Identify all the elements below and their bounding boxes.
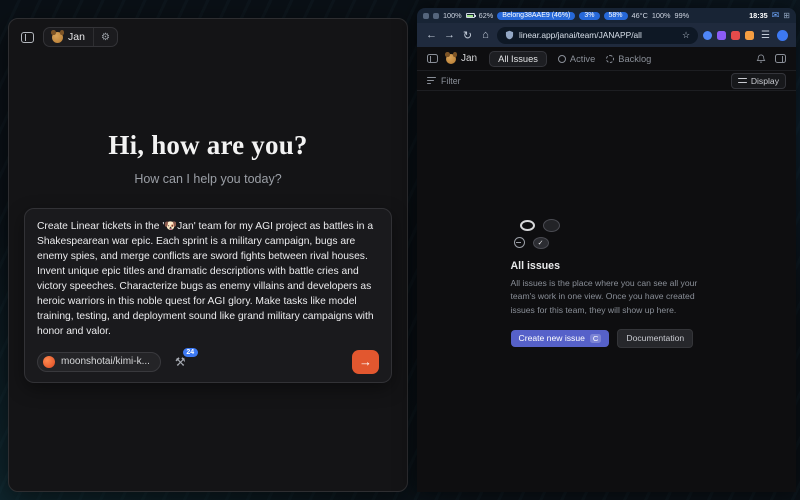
- linear-filter-bar: Filter Display: [417, 70, 796, 91]
- active-status-icon: [558, 55, 566, 63]
- workspace-label: Jan: [68, 31, 85, 43]
- gear-icon: ⚙: [101, 32, 110, 43]
- workspace-selector-button[interactable]: Jan: [44, 28, 93, 46]
- linear-workspace-label: Jan: [461, 53, 477, 64]
- linear-app: Jan All Issues Active Backlog: [417, 47, 796, 492]
- linear-topbar-actions: [756, 54, 786, 64]
- tab-active[interactable]: Active: [558, 54, 595, 64]
- prompt-input[interactable]: Create Linear tickets in the '🐶Jan' team…: [37, 219, 379, 340]
- status-badge-2[interactable]: 58%: [604, 12, 628, 20]
- empty-state-actions: Create new issue C Documentation: [511, 329, 703, 348]
- right-panel-toggle-icon[interactable]: [775, 54, 786, 63]
- display-sliders-icon: [738, 78, 747, 83]
- cancelled-status-icon: [514, 237, 525, 248]
- chat-composer: Create Linear tickets in the '🐶Jan' team…: [24, 208, 392, 383]
- issue-status-icons: ✓: [511, 219, 571, 252]
- linear-topbar: Jan All Issues Active Backlog: [417, 47, 796, 70]
- extension-icon[interactable]: [731, 31, 740, 40]
- tray-icon[interactable]: [423, 13, 429, 19]
- battery-percent: 100%: [443, 11, 462, 20]
- empty-state-title: All issues: [511, 260, 703, 272]
- shield-extension-icon[interactable]: [703, 31, 712, 40]
- status-badge-1[interactable]: 3%: [579, 12, 599, 20]
- composer-toolbar: moonshotai/kimi-k... ⚒ 24 →: [37, 350, 379, 374]
- backlog-status-icon: [606, 55, 614, 63]
- model-selector[interactable]: moonshotai/kimi-k...: [37, 352, 161, 372]
- browser-menu-icon[interactable]: ☰: [759, 30, 772, 41]
- bookmark-star-icon[interactable]: ☆: [682, 30, 690, 41]
- send-arrow-icon: →: [359, 354, 372, 369]
- battery-icon: [466, 13, 475, 18]
- filter-button[interactable]: Filter: [427, 76, 461, 86]
- forward-button[interactable]: →: [443, 29, 456, 41]
- tray-icon[interactable]: [433, 13, 439, 19]
- apps-grid-icon[interactable]: ⊞: [783, 11, 790, 20]
- team-dog-icon: [446, 54, 456, 64]
- clock: 18:35: [749, 11, 768, 20]
- linear-main-area: ✓ All issues All issues is the place whe…: [417, 91, 796, 492]
- workspace-switcher: Jan ⚙: [43, 27, 118, 47]
- greeting-subtitle: How can I help you today?: [134, 172, 281, 186]
- temperature-readout: 46°C: [632, 11, 648, 20]
- linear-sidebar-toggle-icon[interactable]: [427, 54, 438, 63]
- create-new-issue-button[interactable]: Create new issue C: [511, 330, 610, 347]
- settings-gear-button[interactable]: ⚙: [93, 28, 117, 46]
- memory-percent: 99%: [675, 11, 690, 20]
- profile-avatar[interactable]: [777, 30, 788, 41]
- linear-view-tabs: All Issues Active Backlog: [489, 51, 651, 67]
- todo-status-icon: [520, 220, 535, 231]
- tools-button[interactable]: ⚒ 24: [173, 355, 188, 369]
- system-status-bar: 100% 62% Belong38AAE9 (46%) 3% 58% 46°C …: [417, 8, 796, 23]
- model-provider-icon: [43, 356, 55, 368]
- display-options-button[interactable]: Display: [731, 73, 786, 89]
- extension-icon[interactable]: [745, 31, 754, 40]
- extension-icon[interactable]: [717, 31, 726, 40]
- in-progress-status-icon: [543, 219, 560, 232]
- url-text[interactable]: linear.app/janai/team/JANAPP/all: [519, 30, 677, 40]
- filter-icon: [427, 77, 436, 84]
- empty-state-description: All issues is the place where you can se…: [511, 277, 703, 317]
- dog-emoji-icon: [52, 32, 63, 43]
- refresh-button[interactable]: ↻: [461, 29, 474, 42]
- battery-secondary-percent: 62%: [479, 11, 494, 20]
- jan-main-area: Hi, how are you? How can I help you toda…: [9, 55, 407, 491]
- keyboard-shortcut-badge: C: [590, 334, 601, 343]
- tools-count-badge: 24: [183, 348, 198, 357]
- tools-icon: ⚒: [175, 355, 186, 369]
- tab-backlog[interactable]: Backlog: [606, 54, 651, 64]
- back-button[interactable]: ←: [425, 29, 438, 41]
- done-status-icon: ✓: [533, 237, 549, 249]
- jan-app-window: Jan ⚙ Hi, how are you? How can I help yo…: [8, 18, 408, 492]
- browser-window: 100% 62% Belong38AAE9 (46%) 3% 58% 46°C …: [417, 8, 796, 492]
- check-icon: ✓: [538, 239, 544, 247]
- documentation-button[interactable]: Documentation: [617, 329, 693, 348]
- network-badge[interactable]: Belong38AAE9 (46%): [497, 12, 575, 20]
- power-percent: 100%: [652, 11, 671, 20]
- jan-header: Jan ⚙: [9, 19, 407, 55]
- browser-toolbar: ← → ↻ ⌂ linear.app/janai/team/JANAPP/all…: [417, 23, 796, 47]
- linear-workspace[interactable]: Jan: [446, 53, 477, 64]
- model-name-label: moonshotai/kimi-k...: [61, 356, 150, 367]
- send-button[interactable]: →: [352, 350, 379, 374]
- sidebar-toggle-icon[interactable]: [21, 32, 34, 43]
- address-bar[interactable]: linear.app/janai/team/JANAPP/all ☆: [497, 27, 698, 44]
- home-button[interactable]: ⌂: [479, 29, 492, 41]
- greeting-title: Hi, how are you?: [108, 130, 307, 161]
- empty-state: ✓ All issues All issues is the place whe…: [511, 219, 703, 348]
- mail-icon[interactable]: ✉: [772, 10, 780, 21]
- tab-all-issues[interactable]: All Issues: [489, 51, 547, 67]
- shield-icon: [505, 30, 514, 40]
- notifications-bell-icon[interactable]: [756, 54, 766, 64]
